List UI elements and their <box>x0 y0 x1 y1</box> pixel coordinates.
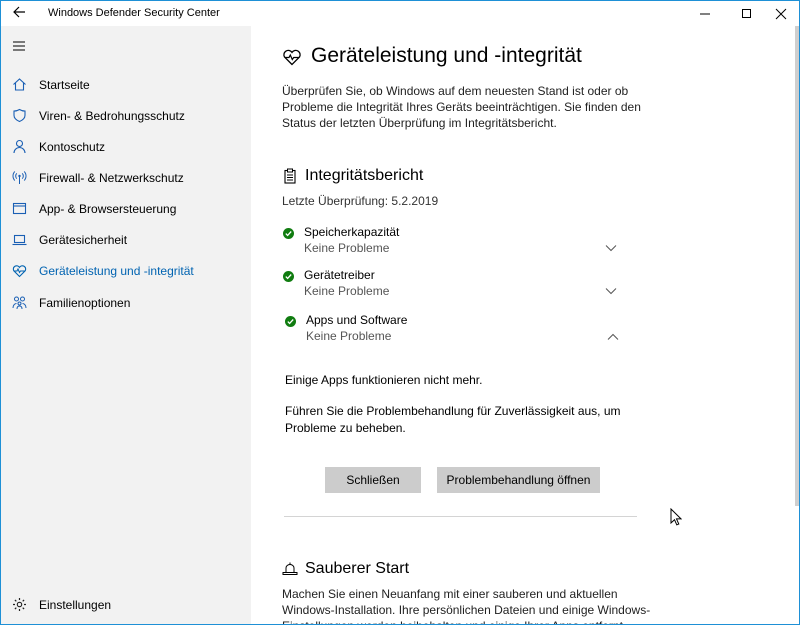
home-icon <box>12 77 27 92</box>
fresh-start-description: Machen Sie einen Neuanfang mit einer sau… <box>282 587 651 624</box>
clipboard-report-icon <box>282 168 298 184</box>
apps-detail-message: Einige Apps funktionieren nicht mehr. <box>285 373 483 387</box>
sidebar-item-label: Geräteleistung und -integrität <box>39 264 194 278</box>
fresh-start-title: Sauberer Start <box>305 560 410 577</box>
maximize-button[interactable] <box>731 1 763 26</box>
check-status-icon <box>285 316 296 327</box>
antenna-icon <box>12 170 27 185</box>
app-window: Windows Defender Security Center Startse… <box>0 0 800 625</box>
sidebar-item-label: Einstellungen <box>39 598 112 612</box>
family-icon <box>12 295 27 310</box>
apps-detail-instruction: Führen Sie die Problembehandlung für Zuv… <box>285 404 621 435</box>
report-title: Integritätsbericht <box>305 167 424 184</box>
window-title: Windows Defender Security Center <box>48 7 220 19</box>
report-item-treiber[interactable]: Gerätetreiber Keine Probleme <box>282 268 622 302</box>
sidebar-item-label: Viren- & Bedrohungsschutz <box>39 109 185 123</box>
check-status-icon <box>283 228 294 239</box>
report-item-status: Keine Probleme <box>306 329 392 343</box>
sidebar: Startseite Viren- & Bedrohungsschutz Kon… <box>1 26 251 624</box>
page-title: Geräteleistung und -integrität <box>311 44 582 67</box>
sidebar-item-label: App- & Browsersteuerung <box>39 202 177 216</box>
report-item-status: Keine Probleme <box>304 241 390 255</box>
chevron-down-icon[interactable] <box>605 241 617 252</box>
laptop-icon <box>12 232 27 247</box>
close-button[interactable]: Schließen <box>325 467 421 493</box>
scrollbar[interactable] <box>795 26 799 506</box>
sidebar-item-label: Kontoschutz <box>39 140 106 154</box>
sidebar-item-kontoschutz[interactable]: Kontoschutz <box>1 133 251 161</box>
back-arrow-icon[interactable] <box>12 5 30 21</box>
sidebar-item-einstellungen[interactable]: Einstellungen <box>1 591 251 619</box>
sidebar-item-label: Familienoptionen <box>39 296 131 310</box>
title-bar: Windows Defender Security Center <box>1 1 799 26</box>
fresh-start-icon <box>282 561 298 577</box>
main-content: Geräteleistung und -integrität Überprüfe… <box>251 26 796 624</box>
chevron-up-icon[interactable] <box>607 330 619 340</box>
report-item-name: Gerätetreiber <box>304 268 375 282</box>
sidebar-item-geraeteleistung[interactable]: Geräteleistung und -integrität <box>1 257 251 285</box>
report-item-name: Speicherkapazität <box>304 225 400 239</box>
sidebar-item-familienoptionen[interactable]: Familienoptionen <box>1 289 251 317</box>
report-item-speicher[interactable]: Speicherkapazität Keine Probleme <box>282 225 622 259</box>
hamburger-menu-icon[interactable] <box>12 40 26 52</box>
sidebar-item-label: Firewall- & Netzwerkschutz <box>39 171 184 185</box>
check-status-icon <box>283 271 294 282</box>
last-check-date: Letzte Überprüfung: 5.2.2019 <box>282 194 439 208</box>
sidebar-item-firewall[interactable]: Firewall- & Netzwerkschutz <box>1 164 251 192</box>
sidebar-item-virenschutz[interactable]: Viren- & Bedrohungsschutz <box>1 102 251 130</box>
sidebar-item-app-browser[interactable]: App- & Browsersteuerung <box>1 195 251 223</box>
sidebar-item-geraetesicherheit[interactable]: Gerätesicherheit <box>1 226 251 254</box>
troubleshoot-button[interactable]: Problembehandlung öffnen <box>437 467 600 493</box>
shield-icon <box>12 108 27 123</box>
report-item-apps[interactable]: Apps und Software Keine Probleme <box>284 313 624 347</box>
sidebar-item-label: Gerätesicherheit <box>39 233 128 247</box>
report-item-name: Apps und Software <box>306 313 408 327</box>
heart-pulse-icon <box>282 48 302 66</box>
gear-icon <box>12 597 27 612</box>
mouse-cursor-icon <box>670 507 683 526</box>
person-icon <box>12 139 27 154</box>
close-window-button[interactable] <box>765 1 797 26</box>
chevron-down-icon[interactable] <box>605 284 617 295</box>
sidebar-item-label: Startseite <box>39 78 90 92</box>
minimize-button[interactable] <box>689 1 721 26</box>
browser-window-icon <box>12 201 27 216</box>
page-description: Überprüfen Sie, ob Windows auf dem neues… <box>282 84 641 130</box>
report-item-status: Keine Probleme <box>304 284 390 298</box>
heart-pulse-icon <box>12 263 27 278</box>
sidebar-item-startseite[interactable]: Startseite <box>1 71 251 99</box>
section-divider <box>284 516 637 517</box>
